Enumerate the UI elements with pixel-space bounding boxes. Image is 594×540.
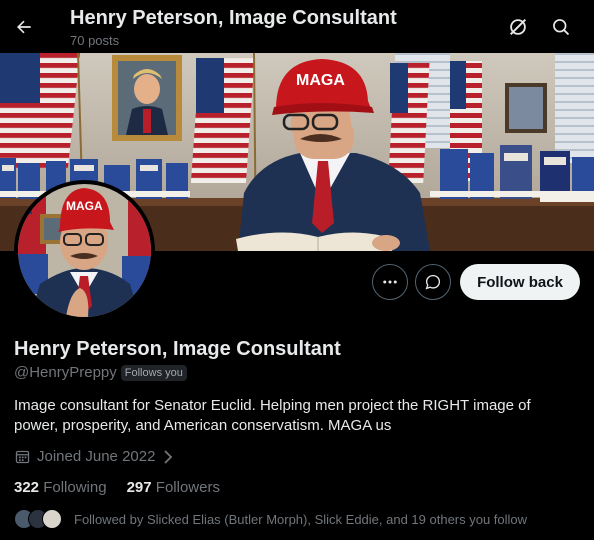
followed-by-row[interactable]: Followed by Slicked Elias (Butler Morph)… [14,509,527,529]
profile-name: Henry Peterson, Image Consultant [14,338,341,360]
following-link[interactable]: 322 Following [14,479,107,496]
back-button[interactable] [6,9,42,45]
header-title: Henry Peterson, Image Consultant [70,7,397,29]
joined-date: Joined June 2022 [37,448,156,465]
search-button[interactable] [545,11,577,43]
search-icon [553,19,570,36]
profile-header: Henry Peterson, Image Consultant 70 post… [0,0,594,53]
chevron-right-icon [164,449,173,464]
profile-page: Henry Peterson, Image Consultant 70 post… [0,0,594,540]
mutual-avatars [14,509,64,529]
following-count: 322 [14,479,40,496]
follows-you-badge: Follows you [120,364,187,381]
profile-handle: @HenryPreppy [14,364,117,381]
avatar-cap-text: MAGA [66,199,103,213]
post-count: 70 posts [70,33,120,48]
follow-back-button[interactable]: Follow back [460,264,580,300]
handle-row: @HenryPreppy Follows you [14,364,187,381]
calendar-icon [15,450,30,464]
message-icon [425,274,441,290]
follow-counts: 322 Following 297 Followers [14,479,220,496]
more-button[interactable] [372,264,408,300]
followed-by-text: Followed by Slicked Elias (Butler Morph)… [74,511,528,527]
arrow-left-icon [17,20,31,34]
message-button[interactable] [415,264,451,300]
joined-row[interactable]: Joined June 2022 [14,448,175,465]
followers-label: Followers [155,479,220,496]
following-label: Following [43,479,107,496]
followers-link[interactable]: 297 Followers [127,479,220,496]
grok-button[interactable] [502,11,534,43]
profile-avatar[interactable]: MAGA [14,180,155,321]
banner-cap-text: MAGA [296,72,345,89]
avatar-image: MAGA [18,184,151,317]
more-icon [383,280,397,284]
mutual-avatar [42,509,62,529]
profile-bio: Image consultant for Senator Euclid. Hel… [14,397,531,434]
grok-icon [509,18,527,36]
followers-count: 297 [126,479,152,496]
